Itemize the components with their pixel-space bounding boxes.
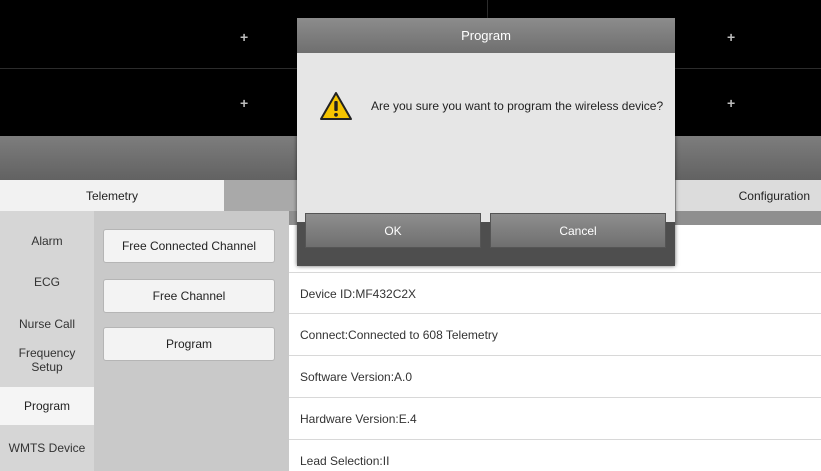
ok-button[interactable]: OK bbox=[305, 213, 481, 248]
plus-icon[interactable]: + bbox=[240, 96, 248, 110]
warning-icon bbox=[320, 92, 352, 120]
plus-icon[interactable]: + bbox=[727, 96, 735, 110]
plus-icon[interactable]: + bbox=[240, 30, 248, 44]
menu-item-nurse-call[interactable]: Nurse Call bbox=[0, 317, 94, 331]
plus-icon[interactable]: + bbox=[727, 30, 735, 44]
cancel-button[interactable]: Cancel bbox=[490, 213, 666, 248]
free-channel-button[interactable]: Free Channel bbox=[103, 279, 275, 313]
menu-item-frequency-setup[interactable]: Frequency Setup bbox=[0, 346, 94, 374]
connect-row: Connect:Connected to 608 Telemetry bbox=[289, 313, 821, 355]
action-panel: Free Connected Channel Free Channel Prog… bbox=[94, 211, 289, 471]
menu-item-alarm[interactable]: Alarm bbox=[0, 234, 94, 248]
menu-item-ecg[interactable]: ECG bbox=[0, 275, 94, 289]
program-button[interactable]: Program bbox=[103, 327, 275, 361]
menu-item-wmts-device[interactable]: WMTS Device bbox=[0, 441, 94, 455]
lead-selection-row: Lead Selection:II bbox=[289, 439, 821, 471]
tab-configuration[interactable]: Configuration bbox=[676, 180, 821, 211]
dialog-body bbox=[297, 53, 675, 222]
dialog-message: Are you sure you want to program the wir… bbox=[371, 99, 664, 113]
program-dialog: Program Are you sure you want to program… bbox=[297, 18, 675, 266]
software-version-row: Software Version:A.0 bbox=[289, 355, 821, 397]
free-connected-channel-button[interactable]: Free Connected Channel bbox=[103, 229, 275, 263]
hardware-version-row: Hardware Version:E.4 bbox=[289, 397, 821, 439]
dialog-title: Program bbox=[297, 18, 675, 53]
left-menu bbox=[0, 211, 94, 471]
tab-telemetry[interactable]: Telemetry bbox=[0, 180, 224, 211]
device-id-row: Device ID:MF432C2X bbox=[289, 272, 821, 314]
menu-item-program[interactable]: Program bbox=[0, 387, 94, 425]
